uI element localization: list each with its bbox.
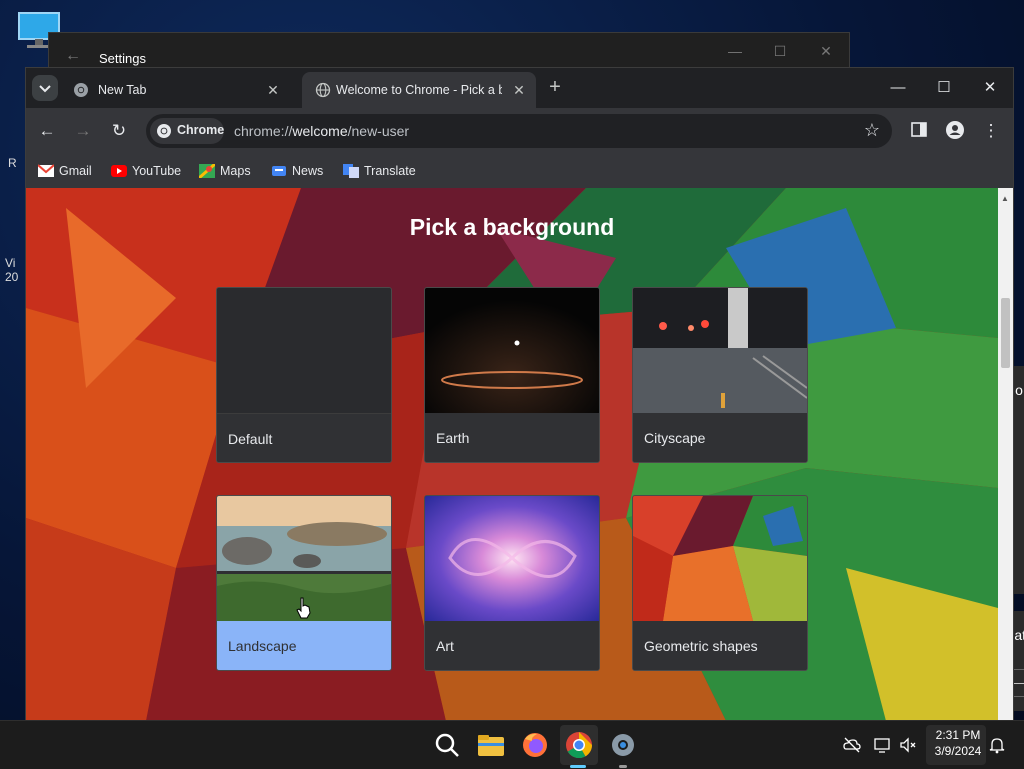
clock-time: 2:31 PM [935, 728, 981, 742]
art-thumbnail [425, 496, 599, 621]
taskbar: 2:31 PM 3/9/2024 [0, 720, 1024, 769]
background-card-art[interactable]: Art [424, 495, 600, 671]
youtube-icon [111, 165, 127, 177]
settings-close-button[interactable]: ✕ [816, 43, 836, 63]
chrome-icon[interactable] [563, 729, 595, 761]
background-card-cityscape[interactable]: Cityscape [632, 287, 808, 463]
forward-button[interactable]: → [71, 119, 95, 143]
minimize-button[interactable]: — [885, 76, 911, 100]
card-label: Default [228, 431, 273, 447]
site-info-chip[interactable]: Chrome [150, 118, 224, 144]
geometric-shapes-thumbnail [633, 496, 807, 621]
page-scrollbar[interactable]: ▲ [998, 188, 1013, 721]
site-info-label: Chrome [177, 123, 225, 137]
card-caption: Cityscape [633, 413, 807, 462]
maps-icon [199, 164, 215, 178]
file-explorer-icon[interactable] [475, 729, 507, 761]
globe-icon [315, 82, 331, 98]
clock: 2:31 PM 3/9/2024 [928, 727, 988, 759]
url-path: /new-user [347, 123, 410, 139]
card-label: Art [436, 638, 454, 654]
chrome-logo-icon [74, 83, 88, 97]
chrome-window[interactable]: New Tab ✕ Welcome to Chrome - Pick a ba … [25, 67, 1014, 722]
bookmark-label: Gmail [59, 164, 92, 178]
translate-icon [343, 164, 359, 178]
firefox-icon[interactable] [519, 729, 551, 761]
bookmark-label: YouTube [132, 164, 182, 178]
chrome-logo-icon [157, 124, 171, 138]
tab-close-button[interactable]: ✕ [264, 81, 282, 99]
url-host: welcome [292, 123, 348, 139]
background-card-default[interactable]: Default [216, 287, 392, 463]
tab-close-button[interactable]: ✕ [510, 81, 528, 99]
address-bar[interactable]: Chrome chrome://welcome/new-user ☆ [146, 114, 892, 148]
news-icon [272, 166, 286, 176]
notification-bell-icon[interactable] [987, 735, 1007, 755]
url-text[interactable]: chrome://welcome/new-user [234, 123, 409, 139]
card-label: Landscape [228, 638, 297, 654]
bookmark-label: News [292, 164, 324, 178]
reload-button[interactable]: ↻ [107, 119, 131, 143]
settings-window-title: Settings [99, 51, 146, 66]
desktop-label-fragment: R [8, 156, 17, 170]
back-button[interactable]: ← [35, 119, 59, 143]
side-panel-icon[interactable] [910, 121, 928, 139]
onedrive-offline-icon[interactable] [842, 735, 862, 755]
bookmarks-bar: Gmail YouTube Maps News Translate [26, 154, 1013, 189]
tab-label: New Tab [98, 83, 147, 97]
volume-muted-icon[interactable] [898, 735, 918, 755]
network-icon[interactable] [873, 735, 893, 755]
card-thumbnail [217, 288, 391, 413]
profile-icon[interactable] [945, 120, 965, 140]
tab-strip: New Tab ✕ Welcome to Chrome - Pick a ba … [26, 68, 1013, 108]
bookmark-label: Translate [364, 164, 416, 178]
card-caption: Geometric shapes [633, 621, 807, 670]
card-label: Earth [436, 430, 470, 446]
new-tab-button[interactable]: + [544, 76, 566, 98]
cityscape-thumbnail [633, 288, 807, 413]
desktop-label-fragment: 20 [5, 270, 19, 284]
welcome-page: Pick a background Default Earth Cityscap… [26, 188, 998, 721]
card-caption: Art [425, 621, 599, 670]
bookmark-star-icon[interactable]: ☆ [864, 120, 880, 141]
url-scheme: chrome:// [234, 123, 293, 139]
settings-back-button[interactable]: ← [65, 47, 81, 65]
gmail-icon [38, 164, 54, 177]
tab-search-button[interactable] [32, 75, 58, 101]
chevron-down-icon [39, 85, 51, 93]
scrollbar-thumb[interactable] [1001, 298, 1010, 368]
card-label: Cityscape [644, 430, 706, 446]
scroll-up-arrow-icon[interactable]: ▲ [1001, 194, 1009, 203]
clock-date: 3/9/2024 [934, 744, 982, 758]
tab-welcome[interactable]: Welcome to Chrome - Pick a ba ✕ [302, 72, 536, 108]
earth-thumbnail [425, 288, 599, 413]
menu-button[interactable]: ⋮ [979, 119, 1003, 143]
card-caption: Earth [425, 413, 599, 462]
search-icon[interactable] [431, 729, 463, 761]
settings-minimize-button[interactable]: — [725, 43, 745, 63]
page-title: Pick a background [409, 214, 615, 240]
card-caption: Landscape [217, 621, 391, 670]
tab-label: Welcome to Chrome - Pick a ba [336, 83, 502, 97]
settings-icon[interactable] [607, 729, 639, 761]
card-caption: Default [217, 413, 391, 462]
background-card-earth[interactable]: Earth [424, 287, 600, 463]
card-label: Geometric shapes [644, 638, 758, 654]
tab-new-tab[interactable]: New Tab ✕ [60, 72, 292, 108]
toolbar: ← → ↻ Chrome chrome://welcome/new-user ☆… [26, 108, 1013, 154]
background-card-geometric-shapes[interactable]: Geometric shapes [632, 495, 808, 671]
bookmark-label: Maps [220, 164, 251, 178]
close-button[interactable]: ✕ [977, 76, 1003, 100]
hand-cursor-icon [296, 597, 311, 619]
background-card-landscape[interactable]: Landscape [216, 495, 392, 671]
desktop-label-fragment: Vi [5, 256, 16, 270]
settings-maximize-button[interactable]: ☐ [770, 43, 790, 63]
maximize-button[interactable]: ☐ [931, 76, 957, 100]
